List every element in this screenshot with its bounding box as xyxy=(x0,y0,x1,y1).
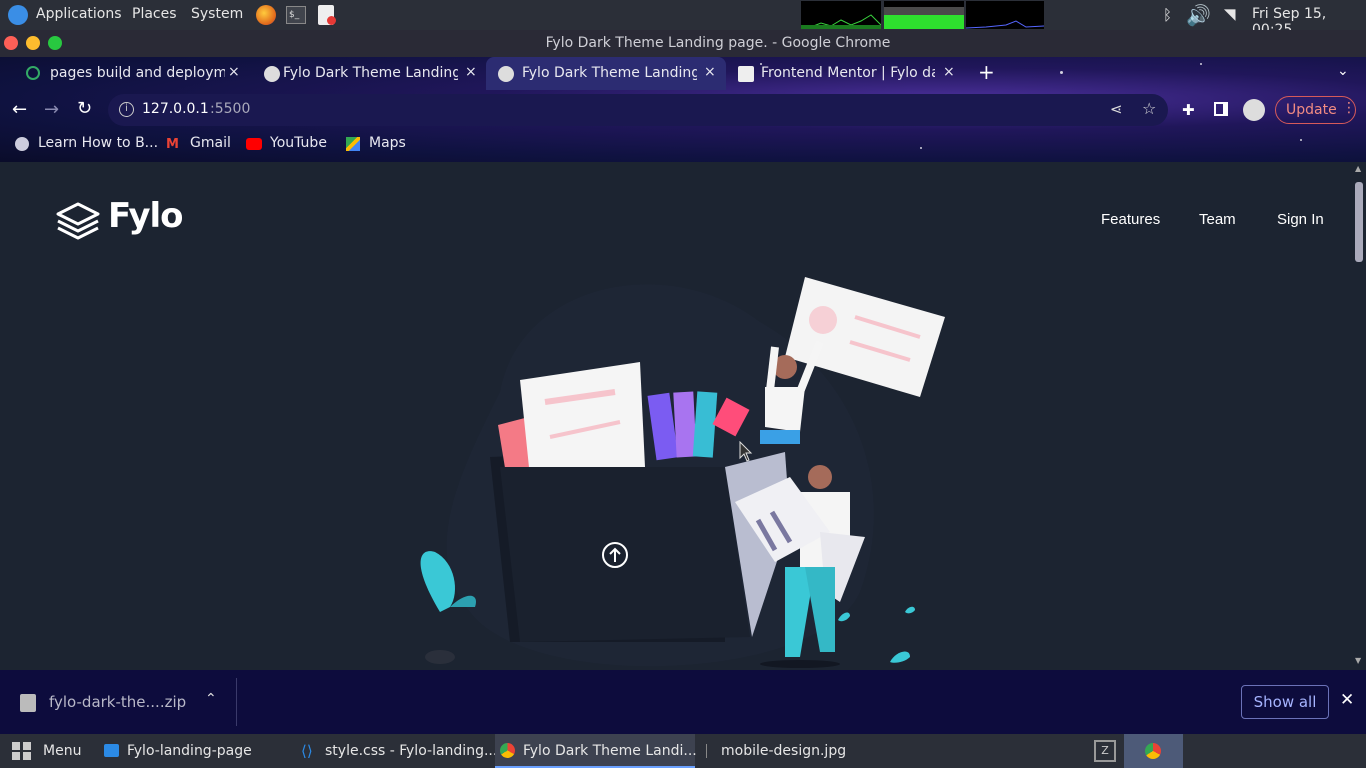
update-button[interactable]: Update ⋮ xyxy=(1275,96,1356,124)
wifi-icon[interactable]: ◥ xyxy=(1224,5,1236,23)
bookmark-star-icon[interactable]: ☆ xyxy=(1142,99,1156,118)
mouse-cursor-icon xyxy=(739,441,753,462)
bookmark-maps[interactable]: Maps xyxy=(369,135,406,151)
new-tab-button[interactable]: + xyxy=(978,60,995,84)
reload-icon[interactable]: ↻ xyxy=(77,98,92,119)
filezilla-tray-icon[interactable]: Z xyxy=(1094,740,1116,762)
tab-label: pages build and deployme xyxy=(50,65,225,81)
taskbar-item-label: Fylo Dark Theme Landi... xyxy=(523,743,697,759)
memory-monitor xyxy=(884,1,964,29)
applications-menu-icon[interactable] xyxy=(8,5,28,25)
menu-grid-icon[interactable] xyxy=(12,742,32,760)
maps-icon xyxy=(346,137,360,151)
tab-fylo-active[interactable]: Fylo Dark Theme Landing × xyxy=(486,57,726,90)
image-file-icon xyxy=(706,744,707,758)
vscode-icon: ⟨⟩ xyxy=(301,742,313,760)
nav-team[interactable]: Team xyxy=(1199,211,1236,228)
network-monitor xyxy=(966,1,1044,29)
scrollbar-thumb[interactable] xyxy=(1355,182,1363,262)
back-icon[interactable]: ← xyxy=(12,99,27,120)
terminal-launcher-icon[interactable]: $_ xyxy=(286,6,306,24)
system-panel: Applications Places System $_ ᛒ 🔊 ◥ Fri … xyxy=(0,0,1366,38)
taskbar-item-chrome-active[interactable]: Fylo Dark Theme Landi... xyxy=(495,734,697,768)
nav-sign-in[interactable]: Sign In xyxy=(1277,211,1324,228)
system-menu[interactable]: System xyxy=(191,6,243,22)
tab-fylo-1[interactable]: Fylo Dark Theme Landing × xyxy=(246,57,486,90)
site-info-icon[interactable]: i xyxy=(119,102,134,117)
bookmark-gmail[interactable]: Gmail xyxy=(190,135,231,151)
nav-features[interactable]: Features xyxy=(1101,211,1160,228)
youtube-icon xyxy=(246,138,262,150)
globe-favicon-icon xyxy=(264,66,280,82)
profile-avatar[interactable] xyxy=(1243,99,1265,121)
chrome-tray-button[interactable] xyxy=(1124,734,1183,768)
tab-pages-build[interactable]: pages build and deployme × xyxy=(8,57,246,90)
chrome-icon xyxy=(500,743,515,758)
gmail-icon: M xyxy=(166,137,179,152)
show-all-downloads-button[interactable]: Show all xyxy=(1241,685,1329,719)
globe-favicon-icon xyxy=(498,66,514,82)
tab-frontend-mentor[interactable]: Frontend Mentor | Fylo da × xyxy=(726,57,966,90)
share-icon[interactable]: ⋖ xyxy=(1110,100,1123,118)
hero-illustration xyxy=(420,277,945,668)
applications-menu[interactable]: Applications xyxy=(36,6,122,22)
firefox-launcher-icon[interactable] xyxy=(256,5,276,25)
window-titlebar: Fylo Dark Theme Landing page. - Google C… xyxy=(0,30,1366,57)
update-label: Update xyxy=(1286,102,1337,118)
download-bar: fylo-dark-the....zip ⌃ Show all ✕ xyxy=(0,670,1366,734)
web-page: Fylo Features Team Sign In xyxy=(0,162,1352,670)
globe-icon xyxy=(15,137,29,151)
taskbar: Menu Fylo-landing-page ⟨⟩ style.css - Fy… xyxy=(0,734,1366,768)
bookmark-learn[interactable]: Learn How to B... xyxy=(38,135,158,151)
side-panel-icon[interactable] xyxy=(1214,102,1228,116)
tab-close-icon[interactable]: × xyxy=(704,64,716,80)
address-bar[interactable]: i 127.0.0.1 :5500 ⋖ ☆ xyxy=(108,94,1168,126)
places-menu[interactable]: Places xyxy=(132,6,177,22)
tab-close-icon[interactable]: × xyxy=(943,64,955,80)
tab-close-icon[interactable]: × xyxy=(228,64,240,80)
chrome-tray-icon xyxy=(1145,743,1161,759)
extensions-puzzle-icon[interactable]: ✚ xyxy=(1182,101,1195,119)
browser-chrome: pages build and deployme × Fylo Dark The… xyxy=(0,57,1366,162)
close-download-bar-icon[interactable]: ✕ xyxy=(1340,690,1354,710)
volume-icon[interactable]: 🔊 xyxy=(1186,3,1211,27)
zip-file-icon xyxy=(20,694,36,712)
window-title: Fylo Dark Theme Landing page. - Google C… xyxy=(545,35,891,51)
taskbar-item-vscode[interactable]: style.css - Fylo-landing... xyxy=(325,743,497,759)
fylo-layers-icon xyxy=(56,202,100,240)
taskbar-item-files[interactable]: Fylo-landing-page xyxy=(127,743,252,759)
forward-icon[interactable]: → xyxy=(44,99,59,120)
tab-label: Fylo Dark Theme Landing xyxy=(283,65,458,81)
page-scrollbar[interactable]: ▲ ▼ xyxy=(1352,162,1366,670)
menu-button[interactable]: Menu xyxy=(43,743,81,759)
url-host: 127.0.0.1 xyxy=(142,101,209,117)
download-options-chevron-icon[interactable]: ⌃ xyxy=(205,691,217,707)
logo-text: Fylo xyxy=(108,196,184,236)
scroll-down-arrow-icon[interactable]: ▼ xyxy=(1355,656,1361,665)
folder-icon xyxy=(104,744,119,757)
taskbar-item-image[interactable]: mobile-design.jpg xyxy=(721,743,846,759)
url-port: :5500 xyxy=(210,101,251,117)
editor-badge-icon xyxy=(327,16,336,25)
tab-label: Fylo Dark Theme Landing xyxy=(522,65,697,81)
cpu-monitor xyxy=(801,1,881,29)
bookmark-youtube[interactable]: YouTube xyxy=(270,135,327,151)
frontend-mentor-favicon-icon xyxy=(738,66,754,82)
download-filename[interactable]: fylo-dark-the....zip xyxy=(49,693,186,711)
divider xyxy=(236,678,237,726)
tab-search-chevron-icon[interactable]: ⌄ xyxy=(1337,63,1349,79)
chrome-menu-icon[interactable]: ⋮ xyxy=(1342,100,1356,116)
tab-label: Frontend Mentor | Fylo da xyxy=(761,65,935,81)
tab-close-icon[interactable]: × xyxy=(465,64,477,80)
bluetooth-icon[interactable]: ᛒ xyxy=(1163,6,1172,24)
loading-spinner-icon xyxy=(26,66,40,80)
scroll-up-arrow-icon[interactable]: ▲ xyxy=(1355,164,1361,173)
